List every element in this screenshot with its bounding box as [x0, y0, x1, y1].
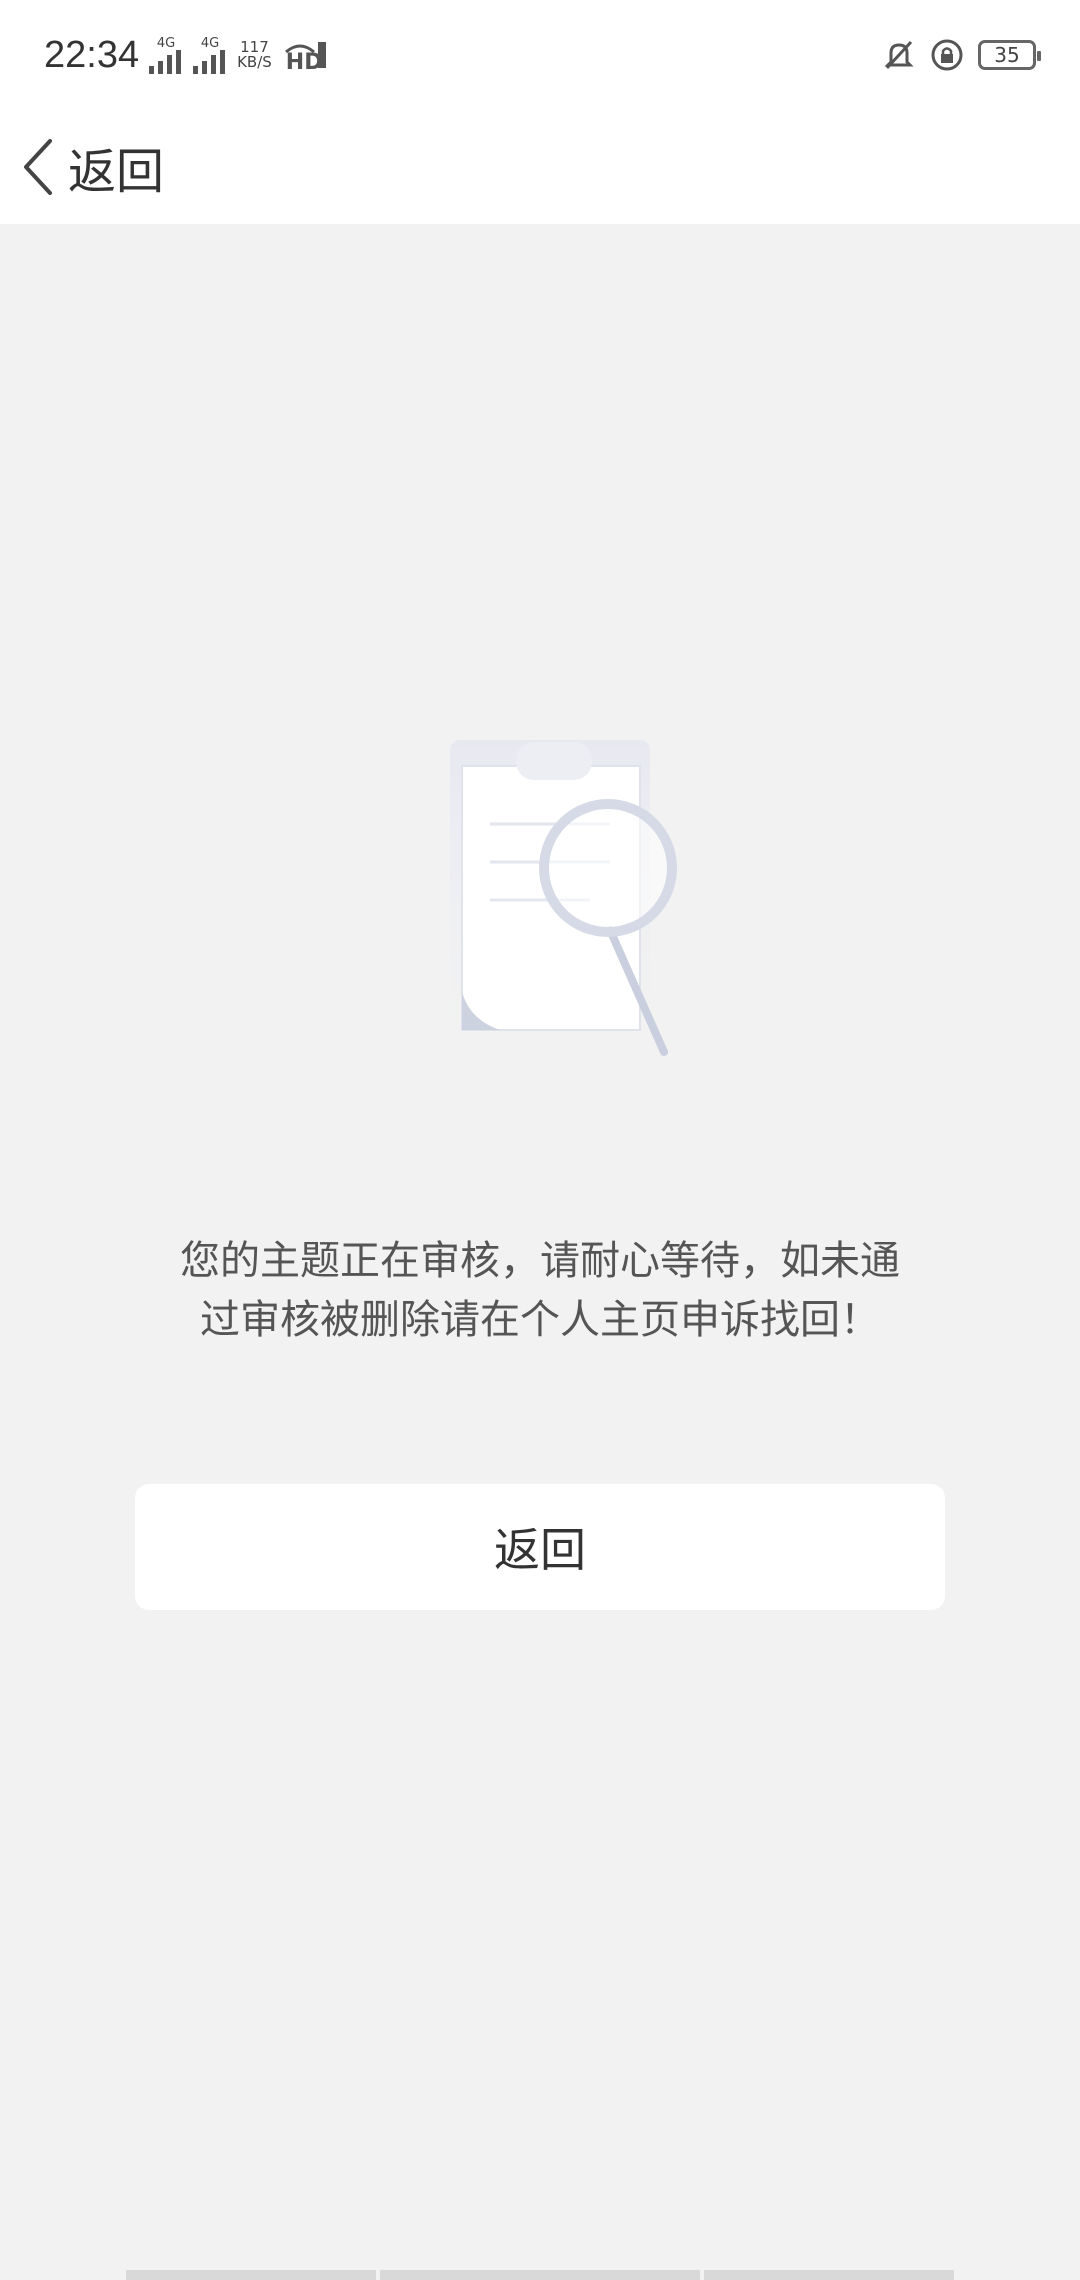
chevron-left-icon: [24, 139, 52, 195]
hd-label: HD: [285, 49, 323, 75]
signal-2-label: 4G: [200, 35, 220, 51]
signal-1: 4G: [149, 37, 183, 74]
signal-1-label: 4G: [156, 35, 176, 51]
hd-icon: HD: [282, 36, 326, 75]
bell-off-icon: [884, 40, 914, 70]
nav-header: 返回: [0, 110, 1080, 224]
gesture-bar: [380, 2270, 700, 2280]
gesture-bar: [704, 2270, 954, 2280]
status-bar-left: 22:34 4G 4G 117 KB/S HD: [44, 33, 326, 77]
battery-level: 35: [994, 43, 1020, 67]
net-speed-unit: KB/S: [237, 53, 272, 71]
battery-icon: 35: [978, 40, 1041, 70]
gesture-bar: [126, 2270, 376, 2280]
return-button[interactable]: 返回: [135, 1484, 945, 1610]
signal-icon: [149, 49, 182, 74]
review-message: 您的主题正在审核，请耐心等待，如未通过审核被删除请在个人主页申诉找回！: [180, 1238, 900, 1343]
status-time: 22:34: [44, 33, 140, 76]
net-speed: 117 KB/S: [237, 40, 272, 70]
lock-rotation-icon: [931, 39, 963, 71]
status-bar: 22:34 4G 4G 117 KB/S HD 35: [0, 0, 1080, 110]
signal-2: 4G: [193, 37, 227, 74]
signal-icon: [193, 49, 226, 74]
document-search-icon: [440, 720, 680, 1080]
back-button[interactable]: 返回: [20, 132, 164, 202]
return-button-label: 返回: [494, 1523, 586, 1577]
back-label: 返回: [68, 144, 165, 200]
status-bar-right: 35: [882, 38, 1041, 72]
